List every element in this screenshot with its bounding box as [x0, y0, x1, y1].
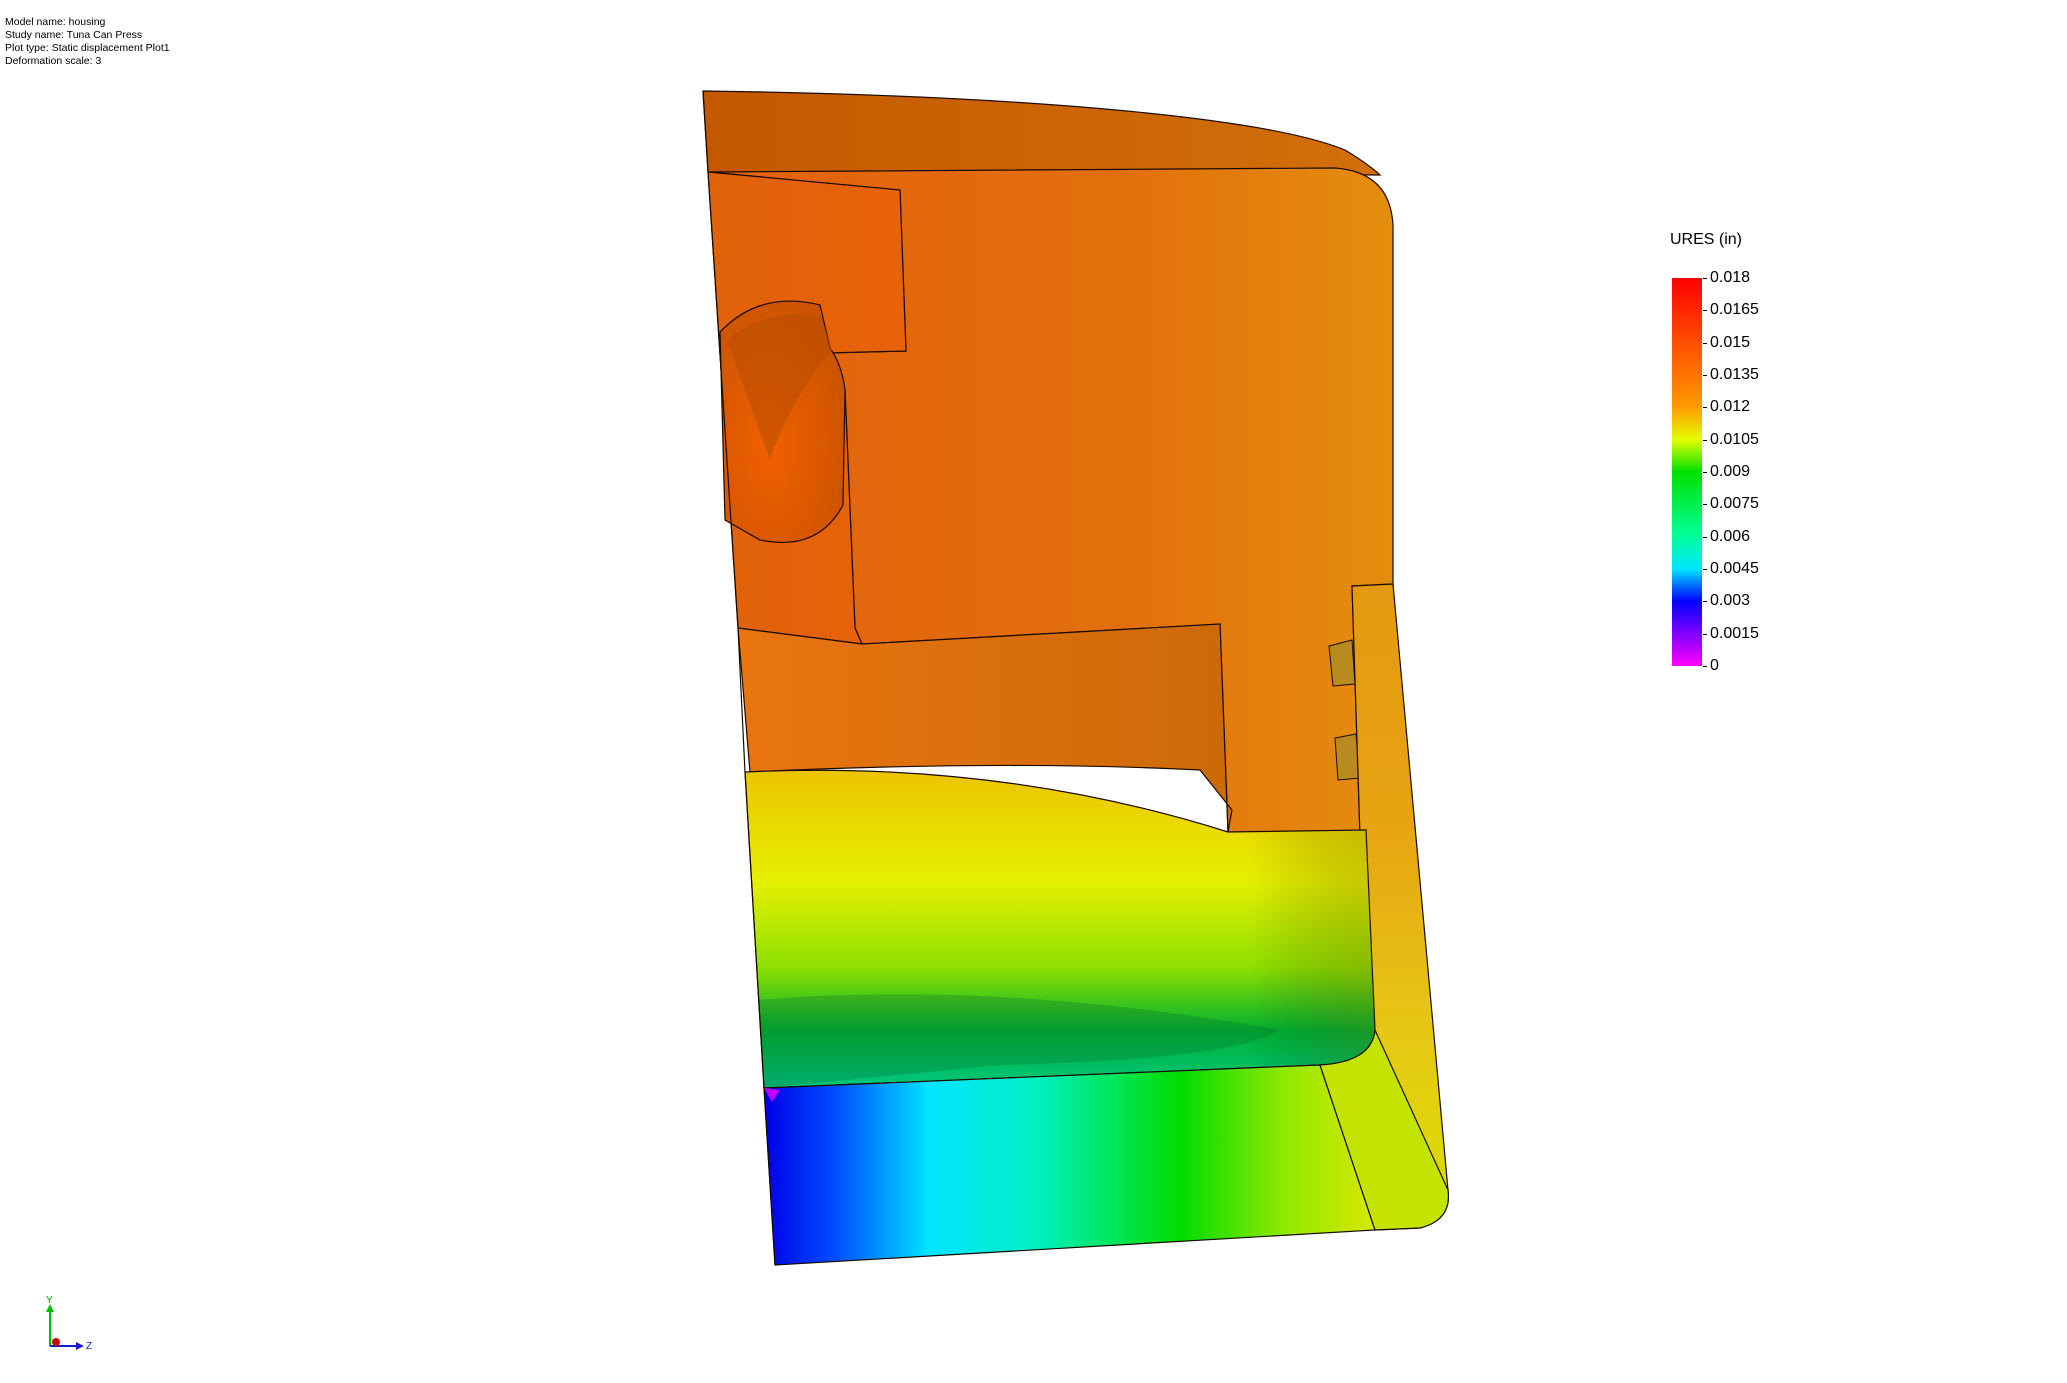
legend-tick-label: 0.0015	[1710, 625, 1759, 642]
legend-tick-mark	[1703, 666, 1707, 667]
axis-triad: Y Z	[46, 1296, 92, 1352]
z-axis-arrow	[76, 1342, 84, 1350]
legend-tick-mark	[1703, 537, 1707, 538]
legend-tick-mark	[1703, 569, 1707, 570]
bottom-flange	[763, 1064, 1376, 1266]
legend-tick-mark	[1703, 440, 1707, 441]
legend-tick-label: 0.0105	[1710, 431, 1759, 448]
x-axis-dot	[52, 1338, 60, 1346]
legend-tick-mark	[1703, 278, 1707, 279]
legend-tick-label: 0.003	[1710, 592, 1751, 609]
legend-tick-label: 0.018	[1710, 269, 1751, 286]
legend-tick-label: 0.0135	[1710, 366, 1759, 383]
legend-tick-mark	[1703, 472, 1707, 473]
legend-tick-mark	[1703, 375, 1707, 376]
z-axis-label: Z	[86, 1341, 92, 1352]
legend-tick-label: 0.015	[1710, 334, 1751, 351]
legend-tick-label: 0.0075	[1710, 495, 1759, 512]
legend-tick-mark	[1703, 634, 1707, 635]
legend-tick-mark	[1703, 407, 1707, 408]
top-face	[702, 90, 1382, 176]
legend-color-bar	[1672, 278, 1702, 666]
legend-tick-label: 0.0045	[1710, 560, 1759, 577]
groove-lower	[1334, 733, 1361, 781]
legend-title: URES (in)	[1670, 231, 1743, 248]
legend-tick-mark	[1703, 601, 1707, 602]
fea-result-viewport[interactable]	[0, 0, 2067, 1383]
legend-tick-label: 0	[1710, 657, 1719, 674]
legend-tick-mark	[1703, 504, 1707, 505]
legend-tick-mark	[1703, 310, 1707, 311]
legend-tick-label: 0.012	[1710, 398, 1751, 415]
y-axis-label: Y	[46, 1296, 53, 1306]
legend-tick-label: 0.0165	[1710, 301, 1759, 318]
legend-tick-label: 0.009	[1710, 463, 1751, 480]
legend-tick-label: 0.006	[1710, 528, 1751, 545]
legend-tick-mark	[1703, 343, 1707, 344]
groove-upper	[1328, 639, 1356, 687]
